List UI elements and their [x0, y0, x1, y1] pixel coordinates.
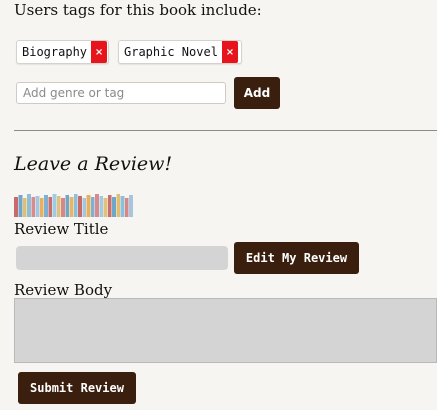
review-title-input[interactable]	[16, 246, 228, 270]
tag-label: Biography	[22, 45, 88, 59]
edit-review-button[interactable]: Edit My Review	[234, 242, 359, 274]
review-title-label: Review Title	[14, 220, 109, 238]
add-tag-button[interactable]: Add	[234, 77, 280, 109]
submit-review-button[interactable]: Submit Review	[18, 372, 136, 404]
review-heading: Leave a Review!	[14, 153, 173, 175]
tag-graphic-novel: Graphic Novel ×	[118, 40, 242, 64]
remove-tag-icon[interactable]: ×	[221, 41, 238, 63]
tag-biography: Biography ×	[16, 40, 109, 64]
genre-tag-input[interactable]	[16, 82, 226, 104]
review-body-label: Review Body	[14, 281, 113, 299]
remove-tag-icon[interactable]: ×	[91, 41, 108, 63]
tag-label: Graphic Novel	[124, 45, 218, 59]
bookshelf-icon	[14, 194, 133, 217]
tags-heading: Users tags for this book include:	[14, 1, 262, 19]
review-body-textarea[interactable]	[14, 298, 437, 363]
book-page: Users tags for this book include: Biogra…	[0, 0, 437, 410]
section-divider	[14, 130, 437, 131]
